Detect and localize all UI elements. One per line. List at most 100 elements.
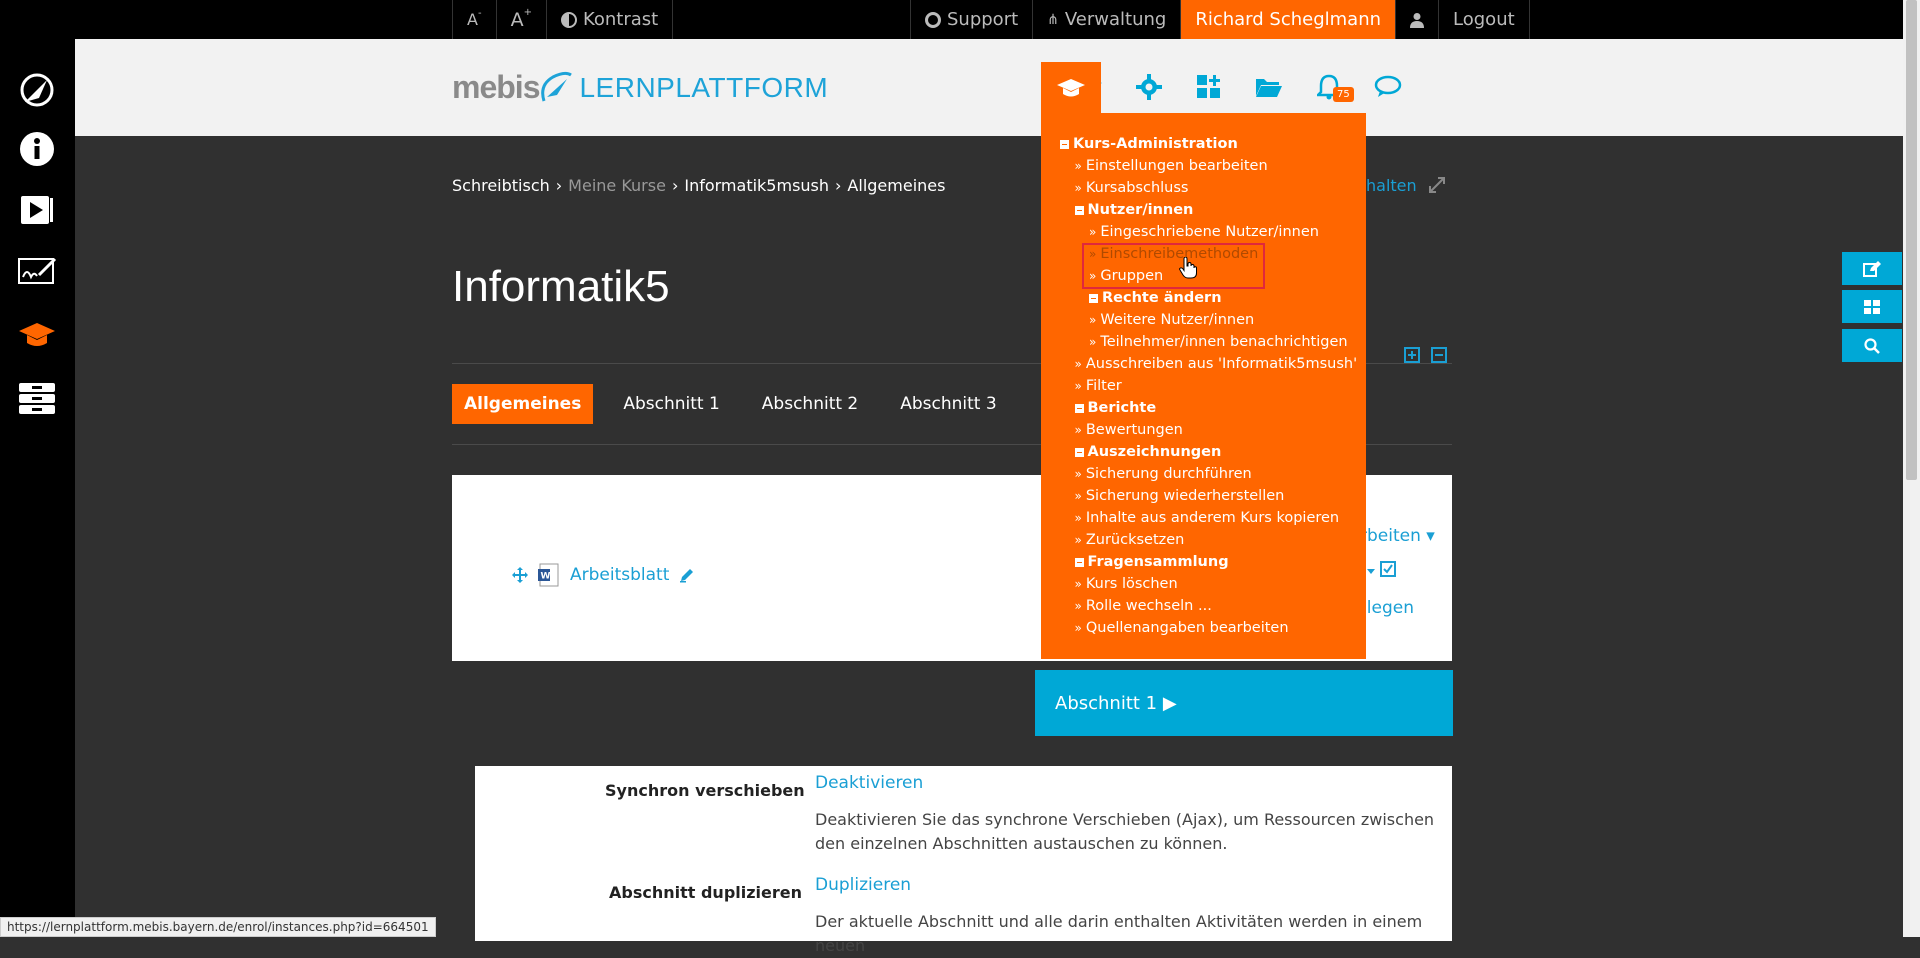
scrollbar-thumb[interactable] [1906, 0, 1917, 480]
admin-menu-item-label: Kursabschluss [1085, 180, 1189, 196]
support-link[interactable]: Support [910, 0, 1032, 39]
nav-folder-icon[interactable] [1247, 65, 1291, 109]
collapse-all-icon[interactable] [1431, 347, 1447, 363]
site-logo[interactable]: mebis LERNPLATTFORM [452, 69, 828, 106]
expand-all-icon[interactable] [1404, 347, 1420, 363]
admin-menu-item-label: Eingeschriebene Nutzer/innen [1100, 224, 1319, 240]
admin-menu-item[interactable]: Fragensammlung [1074, 554, 1229, 570]
contrast-button[interactable]: Kontrast [545, 0, 674, 39]
activity-link[interactable]: Arbeitsblatt [570, 565, 669, 585]
admin-menu-item[interactable]: » Ausschreiben aus 'Informatik5msush' [1075, 356, 1358, 372]
nav-messages-icon[interactable] [1367, 65, 1411, 109]
collapse-icon[interactable] [1074, 447, 1084, 457]
admin-menu-item[interactable]: » Quellenangaben bearbeiten [1075, 620, 1289, 636]
admin-menu-item[interactable]: » Eingeschriebene Nutzer/innen [1089, 224, 1319, 240]
contrast-icon [560, 11, 577, 28]
chevron-right-icon: » [1074, 599, 1082, 613]
admin-menu-item[interactable]: » Bewertungen [1075, 422, 1183, 438]
admin-menu-item[interactable]: » Filter [1075, 378, 1122, 394]
top-bar: A- A + Kontrast Support ⋔ Verwaltung Rich… [0, 0, 1920, 39]
sitemap-icon: ⋔ [1047, 11, 1059, 28]
duplicate-link[interactable]: Duplizieren [815, 875, 911, 895]
user-icon [1410, 12, 1425, 28]
collapse-icon[interactable] [1060, 139, 1069, 149]
admin-menu-item-label: Quellenangaben bearbeiten [1085, 620, 1289, 636]
blocks-side-button[interactable] [1842, 290, 1902, 323]
chevron-right-icon: » [1074, 489, 1082, 503]
logout-link[interactable]: Logout [1438, 0, 1530, 39]
collapse-icon[interactable] [1074, 403, 1084, 413]
admin-menu-item[interactable]: Rechte ändern [1089, 290, 1222, 306]
admin-menu-item[interactable]: Berichte [1074, 400, 1156, 416]
logout-label: Logout [1453, 9, 1515, 30]
hover-highlight [1082, 243, 1265, 289]
chevron-right-icon: » [1074, 423, 1082, 437]
media-play-icon[interactable] [17, 190, 57, 230]
collapse-icon[interactable] [1074, 205, 1084, 215]
breadcrumb-item-section[interactable]: Allgemeines [847, 176, 945, 195]
profile-button[interactable] [1395, 0, 1438, 39]
admin-menu-item[interactable]: Auszeichnungen [1074, 444, 1221, 460]
tab-abschnitt-1[interactable]: Abschnitt 1 [611, 384, 731, 424]
info-icon[interactable] [17, 129, 57, 169]
admin-menu-item-label: Ausschreiben aus 'Informatik5msush' [1085, 356, 1358, 372]
admin-menu-item[interactable]: » Teilnehmer/innen benachrichtigen [1089, 334, 1348, 350]
move-icon[interactable] [512, 567, 528, 583]
chevron-right-icon: » [1074, 159, 1082, 173]
user-name: Richard Scheglmann [1195, 9, 1382, 30]
admin-menu-item[interactable]: » Kurs löschen [1075, 576, 1178, 592]
page-scrollbar[interactable] [1903, 0, 1920, 937]
admin-menu-item[interactable]: » Einstellungen bearbeiten [1075, 158, 1268, 174]
admin-link[interactable]: ⋔ Verwaltung [1032, 0, 1180, 39]
admin-menu-item-label: Rolle wechseln ... [1085, 598, 1212, 614]
collapse-icon[interactable] [1089, 293, 1098, 303]
tab-allgemeines[interactable]: Allgemeines [452, 384, 594, 424]
chevron-right-icon: » [1074, 467, 1082, 481]
deactivate-link[interactable]: Deaktivieren [815, 773, 923, 793]
admin-menu-item[interactable]: » Kursabschluss [1075, 180, 1189, 196]
search-icon [1864, 337, 1880, 354]
dropdown-caret-icon[interactable] [1365, 565, 1377, 577]
breadcrumb-item-desk[interactable]: Schreibtisch [452, 176, 550, 195]
admin-menu-item[interactable]: » Zurücksetzen [1075, 532, 1185, 548]
edit-side-button[interactable] [1842, 252, 1902, 285]
checkbox-icon[interactable] [1380, 561, 1396, 577]
mebis-logo-icon[interactable] [17, 70, 57, 110]
search-side-button[interactable] [1842, 329, 1902, 362]
admin-menu-item[interactable]: » Rolle wechseln ... [1075, 598, 1212, 614]
archive-icon[interactable] [17, 378, 57, 418]
admin-menu-item[interactable]: » Sicherung wiederherstellen [1075, 488, 1285, 504]
font-decrease-button[interactable]: A- [452, 0, 496, 39]
graduation-cap-icon[interactable] [17, 315, 57, 355]
admin-menu-item[interactable]: Kurs-Administration [1060, 136, 1238, 152]
breadcrumb-right-link[interactable]: halten [1366, 176, 1417, 195]
edit-menu-link[interactable]: rbeiten ▾ [1360, 526, 1435, 546]
admin-menu-item[interactable]: » Inhalte aus anderem Kurs kopieren [1075, 510, 1340, 526]
breadcrumb-item-course[interactable]: Informatik5msush [684, 176, 829, 195]
chevron-right-icon: » [1074, 577, 1082, 591]
nav-blocks-icon[interactable] [1187, 65, 1231, 109]
admin-menu-item[interactable]: » Sicherung durchführen [1075, 466, 1252, 482]
admin-menu-item-label: Inhalte aus anderem Kurs kopieren [1085, 510, 1340, 526]
chevron-right-icon: » [1074, 533, 1082, 547]
edit-pencil-icon[interactable] [679, 567, 695, 583]
breadcrumb-item-my-courses[interactable]: Meine Kurse [568, 176, 666, 195]
admin-menu-item[interactable]: Nutzer/innen [1074, 202, 1193, 218]
admin-menu-item-label: Kurs löschen [1085, 576, 1178, 592]
next-section-bar[interactable]: Abschnitt 1 ▶ [1035, 670, 1453, 736]
nav-settings-icon[interactable] [1127, 65, 1171, 109]
tab-abschnitt-3[interactable]: Abschnitt 3 [888, 384, 1008, 424]
notifications-bell-icon[interactable]: 75 [1307, 65, 1354, 109]
font-increase-button[interactable]: A + [495, 0, 546, 39]
admin-menu-item-label: Einstellungen bearbeiten [1085, 158, 1268, 174]
section-tabs: Allgemeines Abschnitt 1 Abschnitt 2 Absc… [452, 384, 1027, 424]
tab-abschnitt-2[interactable]: Abschnitt 2 [750, 384, 870, 424]
admin-menu-item[interactable]: » Weitere Nutzer/innen [1089, 312, 1254, 328]
user-menu[interactable]: Richard Scheglmann [1180, 0, 1396, 39]
signature-icon[interactable] [17, 251, 57, 291]
admin-menu-tab[interactable] [1041, 62, 1101, 114]
fullscreen-icon[interactable] [1428, 176, 1446, 194]
collapse-icon[interactable] [1074, 557, 1084, 567]
chevron-right-icon: » [1089, 313, 1097, 327]
row-label-sync: Synchron verschieben [605, 781, 805, 800]
